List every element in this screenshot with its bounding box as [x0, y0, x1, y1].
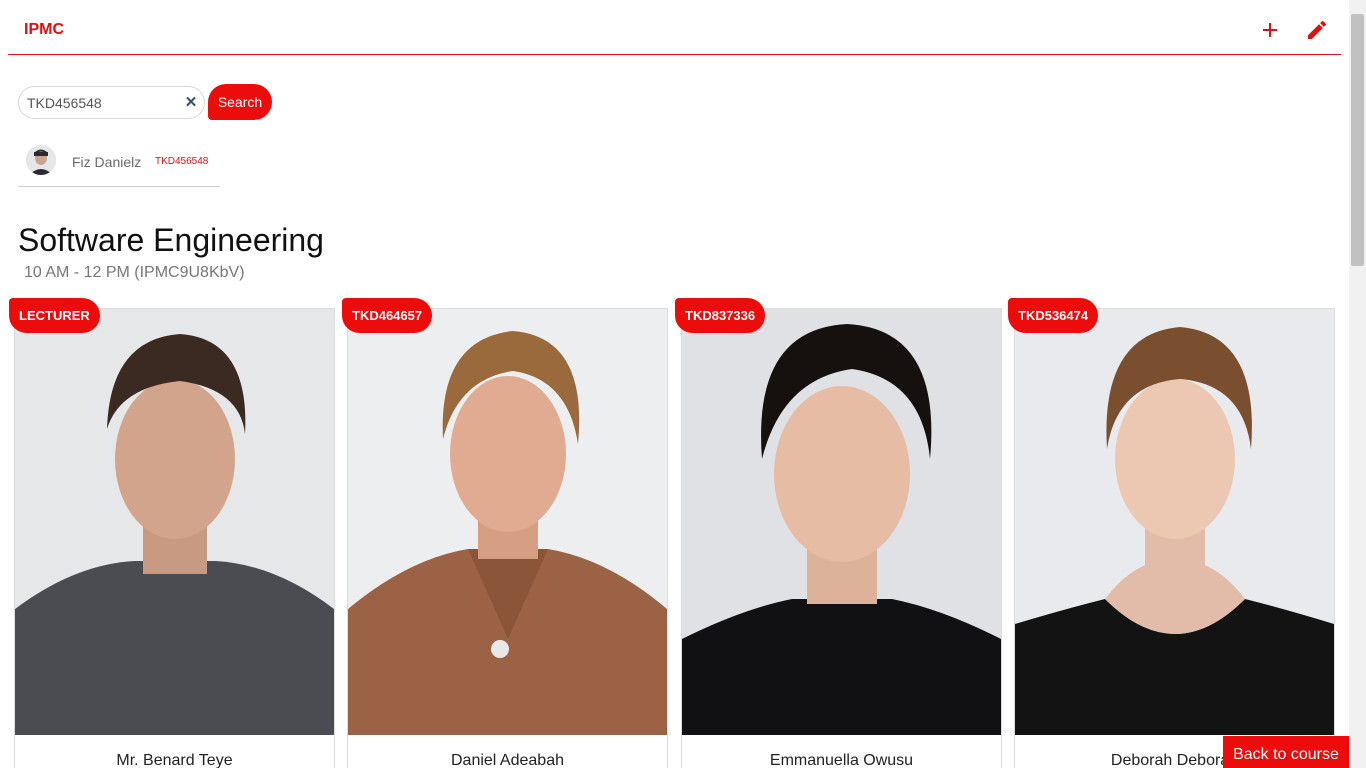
- back-to-course-button[interactable]: Back to course: [1223, 736, 1349, 768]
- top-navbar: IPMC: [8, 0, 1341, 55]
- brand-logo-text[interactable]: IPMC: [24, 21, 64, 39]
- person-photo: [348, 309, 667, 735]
- person-name: Daniel Adeabah: [451, 752, 564, 768]
- person-photo: [1015, 309, 1334, 735]
- result-name: Fiz Danielz: [72, 154, 142, 170]
- page: IPMC ✕ Search Fiz Danielz TKD456548: [0, 0, 1366, 768]
- scrollbar-thumb[interactable]: [1351, 14, 1364, 266]
- person-card[interactable]: Mr. Benard Teye: [14, 308, 335, 768]
- person-photo: [15, 309, 334, 735]
- student-id-badge: TKD464657: [342, 298, 433, 333]
- result-code: TKD456548: [155, 156, 209, 167]
- search-result-item[interactable]: Fiz Danielz TKD456548: [18, 139, 220, 187]
- person-card[interactable]: Daniel Adeabah: [347, 308, 668, 768]
- person-card[interactable]: Deborah Deborah: [1014, 308, 1335, 768]
- person-card[interactable]: Emmanuella Owusu: [681, 308, 1002, 768]
- search-input[interactable]: [27, 93, 177, 113]
- person-name: Emmanuella Owusu: [769, 752, 914, 768]
- search-box: ✕: [18, 86, 205, 119]
- student-id-badge: TKD837336: [675, 298, 766, 333]
- close-icon[interactable]: ✕: [182, 94, 200, 112]
- person-name: Mr. Benard Teye: [116, 752, 233, 768]
- course-title: Software Engineering: [18, 222, 324, 258]
- avatar: [26, 145, 56, 175]
- course-time: 10 AM - 12 PM (IPMC9U8KbV): [24, 264, 245, 281]
- vertical-scrollbar[interactable]: [1349, 0, 1366, 768]
- person-photo: [682, 309, 1001, 735]
- role-badge: LECTURER: [9, 298, 100, 333]
- search-button[interactable]: Search: [208, 84, 272, 120]
- plus-icon[interactable]: [1258, 18, 1282, 42]
- pencil-icon[interactable]: [1305, 18, 1329, 42]
- student-id-badge: TKD536474: [1008, 298, 1099, 333]
